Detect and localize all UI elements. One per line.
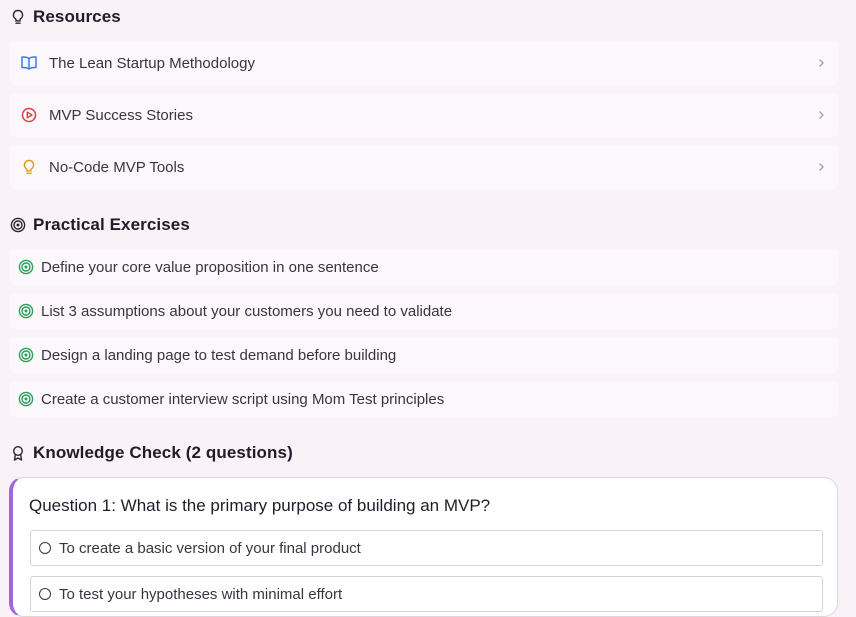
exercise-item: Define your core value proposition in on… xyxy=(9,249,839,285)
exercises-title: Practical Exercises xyxy=(33,215,190,234)
question-card: Question 1: What is the primary purpose … xyxy=(9,477,838,617)
resource-label: MVP Success Stories xyxy=(49,106,193,124)
answer-option-label: To create a basic version of your final … xyxy=(59,539,361,557)
exercise-item: List 3 assumptions about your customers … xyxy=(9,293,839,329)
resource-item-lean-startup[interactable]: The Lean Startup Methodology xyxy=(9,41,839,85)
knowledge-check-title: Knowledge Check (2 questions) xyxy=(33,443,293,462)
chevron-right-icon xyxy=(815,55,827,71)
radio-button[interactable] xyxy=(39,588,51,600)
exercise-label: List 3 assumptions about your customers … xyxy=(41,302,453,320)
resource-item-no-code-tools[interactable]: No-Code MVP Tools xyxy=(9,145,839,189)
question-text: Question 1: What is the primary purpose … xyxy=(29,496,491,515)
resource-label: No-Code MVP Tools xyxy=(49,158,185,176)
target-icon xyxy=(18,391,34,407)
radio-button[interactable] xyxy=(39,542,51,554)
exercise-label: Design a landing page to test demand bef… xyxy=(41,346,397,364)
chevron-right-icon xyxy=(815,107,827,123)
play-circle-icon xyxy=(20,106,38,124)
target-icon xyxy=(10,217,26,233)
resources-title: Resources xyxy=(33,7,121,26)
target-icon xyxy=(18,259,34,275)
exercise-label: Create a customer interview script using… xyxy=(41,390,445,408)
answer-option-label: To test your hypotheses with minimal eff… xyxy=(59,585,343,603)
award-icon xyxy=(10,445,26,461)
lightbulb-icon xyxy=(20,158,38,176)
answer-option[interactable]: To create a basic version of your final … xyxy=(30,530,823,566)
exercises-heading: Practical Exercises xyxy=(10,213,190,237)
exercise-item: Design a landing page to test demand bef… xyxy=(9,337,839,373)
resources-heading: Resources xyxy=(10,5,121,29)
knowledge-check-heading: Knowledge Check (2 questions) xyxy=(10,441,293,465)
exercise-item: Create a customer interview script using… xyxy=(9,381,839,417)
chevron-right-icon xyxy=(815,159,827,175)
resource-item-mvp-success-stories[interactable]: MVP Success Stories xyxy=(9,93,839,137)
target-icon xyxy=(18,347,34,363)
book-open-icon xyxy=(20,54,38,72)
exercise-label: Define your core value proposition in on… xyxy=(41,258,379,276)
answer-option[interactable]: To test your hypotheses with minimal eff… xyxy=(30,576,823,612)
resource-label: The Lean Startup Methodology xyxy=(49,54,255,72)
target-icon xyxy=(18,303,34,319)
lightbulb-icon xyxy=(10,9,26,25)
